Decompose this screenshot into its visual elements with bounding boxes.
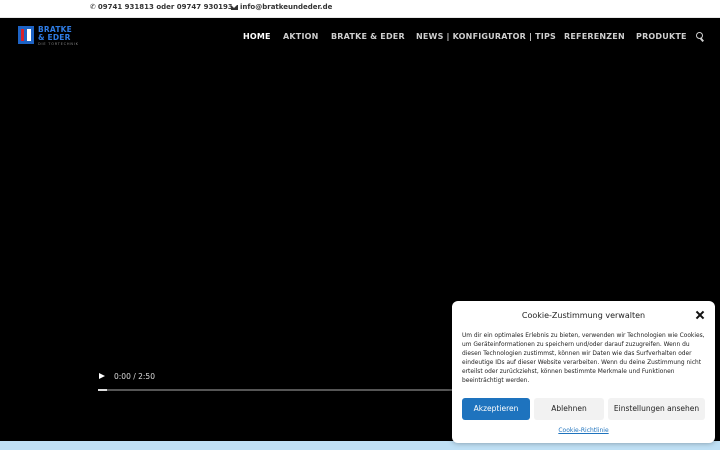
email-address[interactable]: info@bratkeundeder.de — [240, 3, 332, 11]
nav-item-bratke-eder[interactable]: BRATKE & EDER — [331, 32, 405, 41]
deny-button[interactable]: Ablehnen — [534, 398, 604, 420]
top-bar: ✆ 09741 931813 oder 09747 930193 info@br… — [0, 0, 720, 18]
search-icon[interactable] — [696, 32, 705, 43]
logo[interactable]: BRATKE & EDER DIE TORTECHNIK — [18, 25, 82, 47]
accept-button[interactable]: Akzeptieren — [462, 398, 530, 420]
phone-numbers[interactable]: 09741 931813 oder 09747 930193 — [98, 3, 233, 11]
envelope-icon — [231, 4, 238, 10]
cookie-dialog-description: Um dir ein optimales Erlebnis zu bieten,… — [462, 333, 705, 384]
cookie-consent-dialog: Cookie-Zustimmung verwalten Um dir ein o… — [452, 301, 715, 443]
phone-contact[interactable]: ✆ 09741 931813 oder 09747 930193 — [90, 3, 233, 11]
video-time: 0:00 / 2:50 — [114, 372, 155, 381]
video-progress-bar[interactable] — [98, 389, 454, 391]
site-header: BRATKE & EDER DIE TORTECHNIK HOME AKTION… — [0, 18, 720, 56]
logo-line2: & EDER — [38, 33, 71, 42]
email-contact[interactable]: info@bratkeundeder.de — [231, 3, 332, 11]
cookie-dialog-title: Cookie-Zustimmung verwalten — [521, 311, 646, 320]
nav-item-news[interactable]: NEWS | KONFIGURATOR | TIPS — [416, 32, 556, 41]
nav-item-referenzen[interactable]: REFERENZEN — [564, 32, 625, 41]
cookie-policy-link[interactable]: Cookie-Richtlinie — [452, 427, 715, 434]
nav-item-produkte[interactable]: PRODUKTE — [636, 32, 687, 41]
close-icon[interactable] — [695, 310, 705, 320]
logo-mark — [18, 26, 34, 44]
preferences-button[interactable]: Einstellungen ansehen — [608, 398, 705, 420]
play-icon[interactable] — [99, 373, 105, 379]
logo-tagline: DIE TORTECHNIK — [38, 42, 79, 46]
video-progress-fill — [98, 389, 107, 391]
nav-item-aktion[interactable]: AKTION — [283, 32, 319, 41]
phone-icon: ✆ — [90, 3, 96, 11]
nav-item-home[interactable]: HOME — [243, 32, 271, 41]
